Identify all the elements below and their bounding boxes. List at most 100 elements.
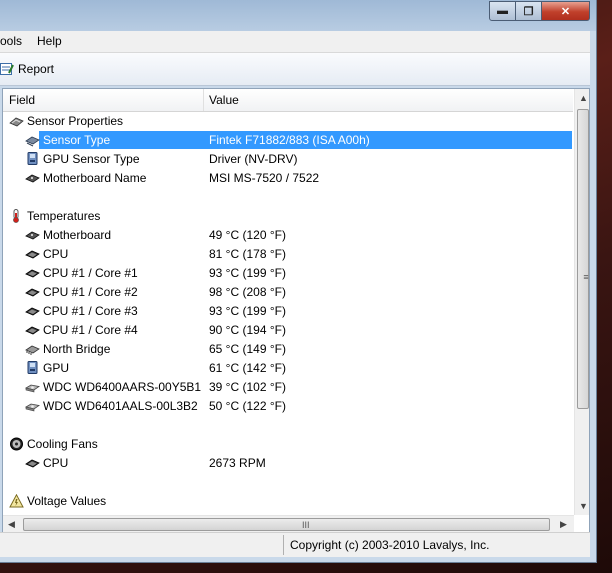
- tree-group-row[interactable]: Sensor Properties: [3, 112, 573, 131]
- field-value: 93 °C (199 °F): [209, 304, 286, 318]
- sensor-chip-icon: [25, 133, 40, 147]
- tree-row[interactable]: CPU 2673 RPM: [3, 454, 573, 473]
- sensor-properties-icon: [9, 114, 24, 128]
- tree-group-row[interactable]: Temperatures: [3, 207, 573, 226]
- field-label: North Bridge: [43, 342, 111, 356]
- close-icon: ✕: [560, 5, 571, 18]
- field-label: CPU #1 / Core #2: [43, 285, 138, 299]
- chip-icon: [25, 342, 40, 356]
- thermometer-icon: [9, 209, 24, 223]
- title-bar[interactable]: ▬ ❐ ✕: [0, 0, 596, 31]
- menu-bar: ools Help: [0, 31, 590, 53]
- field-label: CPU #1 / Core #4: [43, 323, 138, 337]
- field-label: CPU #1 / Core #1: [43, 266, 138, 280]
- tree-row[interactable]: CPU #1 / Core #1 93 °C (199 °F): [3, 264, 573, 283]
- tree-row[interactable]: CPU #1 / Core #2 98 °C (208 °F): [3, 283, 573, 302]
- tree-row[interactable]: Sensor Type Fintek F71882/883 (ISA A00h): [3, 131, 573, 150]
- group-label: Sensor Properties: [27, 114, 124, 128]
- scroll-up-icon[interactable]: ▲: [579, 93, 588, 103]
- field-value: Driver (NV-DRV): [209, 152, 298, 166]
- tree-row[interactable]: CPU #1 / Core #4 90 °C (194 °F): [3, 321, 573, 340]
- field-label: WDC WD6401AALS-00L3B2: [43, 399, 198, 413]
- gpu-icon: [25, 152, 40, 166]
- minimize-button[interactable]: ▬: [489, 1, 516, 21]
- horizontal-scrollbar[interactable]: ◀ III ▶: [3, 515, 574, 532]
- motherboard-icon: [25, 228, 40, 242]
- tree-row[interactable]: WDC WD6401AALS-00L3B2 50 °C (122 °F): [3, 397, 573, 416]
- cpu-icon: [25, 266, 40, 280]
- field-value: 61 °C (142 °F): [209, 361, 286, 375]
- cpu-icon: [25, 247, 40, 261]
- column-value[interactable]: Value: [209, 93, 239, 107]
- field-label: GPU Sensor Type: [43, 152, 140, 166]
- tree-group-row[interactable]: Cooling Fans: [3, 435, 573, 454]
- tree-row[interactable]: CPU 81 °C (178 °F): [3, 245, 573, 264]
- minimize-icon: ▬: [497, 5, 508, 17]
- status-bar: Copyright (c) 2003-2010 Lavalys, Inc.: [0, 532, 590, 557]
- horizontal-grip-icon: III: [302, 520, 310, 530]
- hard-drive-icon: [24, 380, 41, 394]
- toolbar: Report: [0, 53, 590, 86]
- group-label: Cooling Fans: [27, 437, 98, 451]
- report-button[interactable]: Report: [0, 59, 54, 79]
- horizontal-scroll-thumb[interactable]: III: [23, 518, 550, 531]
- field-value: MSI MS-7520 / 7522: [209, 171, 320, 185]
- motherboard-icon: [25, 171, 40, 185]
- maximize-icon: ❐: [523, 5, 534, 18]
- field-value: 49 °C (120 °F): [209, 228, 286, 242]
- field-label: CPU: [43, 456, 69, 470]
- field-value: 93 °C (199 °F): [209, 266, 286, 280]
- scroll-down-icon[interactable]: ▼: [579, 501, 588, 511]
- vertical-grip-icon: ≡: [583, 272, 589, 282]
- tree-group-row[interactable]: Voltage Values: [3, 492, 573, 511]
- group-label: Temperatures: [27, 209, 101, 223]
- column-header: Field Value: [3, 89, 573, 112]
- copyright-text: Copyright (c) 2003-2010 Lavalys, Inc.: [290, 538, 490, 552]
- voltage-warning-icon: [9, 493, 24, 508]
- maximize-button[interactable]: ❐: [515, 1, 542, 21]
- vertical-scroll-thumb[interactable]: ≡: [577, 109, 589, 409]
- close-button[interactable]: ✕: [541, 1, 590, 21]
- field-label: Motherboard: [43, 228, 112, 242]
- field-value: 2673 RPM: [209, 456, 266, 470]
- status-divider: [283, 535, 284, 555]
- app-window: ▬ ❐ ✕ ools Help Report Field Value Senso…: [0, 0, 597, 563]
- field-label: Sensor Type: [43, 133, 111, 147]
- field-value: 39 °C (102 °F): [209, 380, 286, 394]
- vertical-scrollbar[interactable]: ▲ ≡ ▼: [574, 89, 589, 515]
- tree-row[interactable]: WDC WD6400AARS-00Y5B1 39 °C (102 °F): [3, 378, 573, 397]
- tree-row[interactable]: Motherboard 49 °C (120 °F): [3, 226, 573, 245]
- column-field[interactable]: Field: [9, 93, 35, 107]
- field-label: WDC WD6400AARS-00Y5B1: [43, 380, 202, 394]
- hard-drive-icon: [24, 399, 41, 413]
- tree-row[interactable]: GPU 61 °C (142 °F): [3, 359, 573, 378]
- field-label: Motherboard Name: [43, 171, 147, 185]
- group-label: Voltage Values: [27, 494, 107, 508]
- gpu-icon: [25, 361, 40, 375]
- tree-row[interactable]: Motherboard Name MSI MS-7520 / 7522: [3, 169, 573, 188]
- field-value: 90 °C (194 °F): [209, 323, 286, 337]
- tree-row[interactable]: GPU Sensor Type Driver (NV-DRV): [3, 150, 573, 169]
- field-value: 98 °C (208 °F): [209, 285, 286, 299]
- menu-help[interactable]: Help: [37, 34, 62, 48]
- sensor-tree: Field Value Sensor Properties Sensor Type…: [2, 88, 590, 533]
- cpu-icon: [25, 285, 40, 299]
- cpu-icon: [25, 456, 40, 470]
- fan-icon: [9, 437, 24, 451]
- scroll-left-icon[interactable]: ◀: [8, 519, 15, 530]
- field-value: 65 °C (149 °F): [209, 342, 286, 356]
- field-value: Fintek F71882/883 (ISA A00h): [209, 133, 370, 147]
- tree-row[interactable]: North Bridge 65 °C (149 °F): [3, 340, 573, 359]
- tree-row[interactable]: CPU #1 / Core #3 93 °C (199 °F): [3, 302, 573, 321]
- field-label: CPU: [43, 247, 69, 261]
- column-divider[interactable]: [203, 89, 204, 111]
- menu-tools[interactable]: ools: [0, 34, 22, 48]
- field-label: CPU #1 / Core #3: [43, 304, 138, 318]
- report-label: Report: [18, 62, 55, 76]
- report-icon: [0, 62, 14, 76]
- field-label: GPU: [43, 361, 70, 375]
- scroll-right-icon[interactable]: ▶: [560, 519, 567, 530]
